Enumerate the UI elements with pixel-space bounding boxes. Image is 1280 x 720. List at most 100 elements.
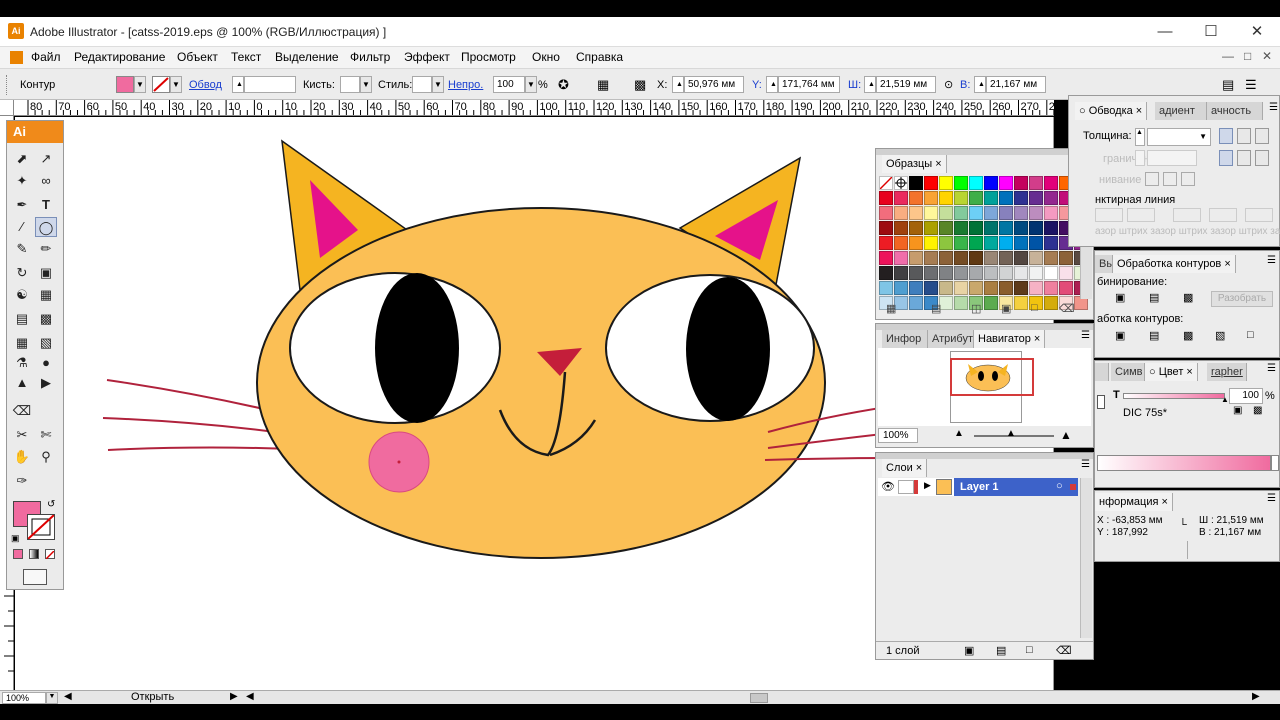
color-swatch[interactable] — [909, 281, 923, 295]
fill-dropdown[interactable]: ▼ — [134, 76, 146, 93]
color-swatch[interactable] — [879, 281, 893, 295]
color-swatch[interactable] — [1014, 236, 1028, 250]
outline-icon[interactable]: □ — [1247, 329, 1254, 341]
default-colors-icon[interactable]: ▣ — [11, 533, 20, 544]
swatch-libraries-icon[interactable]: ▦ — [886, 302, 896, 315]
swatch-none[interactable] — [879, 176, 893, 190]
color-swatch[interactable] — [924, 266, 938, 280]
weight-input[interactable]: ▼ — [1147, 128, 1211, 146]
visibility-eye-icon[interactable]: 👁 — [881, 480, 895, 493]
color-swatch[interactable] — [999, 281, 1013, 295]
color-swatch[interactable] — [909, 236, 923, 250]
menu-effect[interactable]: Эффект — [404, 50, 450, 64]
color-swatch[interactable] — [1014, 251, 1028, 265]
dash-field-1[interactable] — [1095, 208, 1123, 222]
direct-selection-tool-icon[interactable]: ↗ — [35, 149, 57, 169]
trim-icon[interactable]: ▤ — [1149, 329, 1159, 342]
menu-help[interactable]: Справка — [576, 50, 623, 64]
stroke-swatch-control[interactable] — [152, 76, 170, 93]
color-swatch[interactable] — [939, 236, 953, 250]
layers-scrollbar[interactable] — [1080, 478, 1092, 638]
color-swatch[interactable] — [1029, 266, 1043, 280]
color-swatch[interactable] — [879, 236, 893, 250]
color-swatch[interactable] — [939, 221, 953, 235]
right-pupil[interactable] — [686, 277, 770, 421]
color-swatch[interactable] — [984, 251, 998, 265]
dash-field-3[interactable] — [1173, 208, 1201, 222]
zoom-slider-thumb[interactable]: ▲ — [1006, 428, 1016, 439]
color-swatch[interactable] — [969, 251, 983, 265]
pathfinder-menu-icon[interactable]: ☰ — [1267, 255, 1276, 266]
symbol-sprayer-tool-icon[interactable]: ▤ — [11, 309, 33, 329]
color-swatch[interactable] — [969, 236, 983, 250]
h-stepper[interactable]: ▲ — [974, 76, 986, 93]
blend-tool-icon[interactable]: ● — [35, 353, 57, 373]
color-ramp-white[interactable] — [1271, 455, 1279, 471]
color-swatch[interactable] — [894, 251, 908, 265]
live-paint-tool-icon[interactable]: ▲ — [11, 373, 33, 393]
color-swatch[interactable] — [954, 251, 968, 265]
graph-tool-icon[interactable]: ▩ — [35, 309, 57, 329]
color-swatch[interactable] — [999, 221, 1013, 235]
target-circle-icon[interactable]: ○ — [1056, 480, 1063, 492]
menu-filter[interactable]: Фильтр — [350, 50, 390, 64]
tab-transparency[interactable]: ачность — [1207, 102, 1263, 120]
color-swatch[interactable] — [969, 281, 983, 295]
color-swatch[interactable] — [879, 191, 893, 205]
color-swatch[interactable] — [999, 191, 1013, 205]
align-icon[interactable]: ▦ — [597, 77, 609, 93]
opacity-link[interactable]: Непро. — [448, 79, 483, 91]
color-swatch[interactable] — [939, 251, 953, 265]
new-color-group-icon[interactable]: ▣ — [1001, 302, 1011, 315]
color-swatch[interactable] — [924, 251, 938, 265]
miter-input[interactable] — [1147, 150, 1197, 166]
menu-select[interactable]: Выделение — [275, 50, 339, 64]
color-swatch[interactable] — [1059, 266, 1073, 280]
swatch-registration[interactable] — [894, 176, 908, 190]
color-swatch[interactable] — [984, 191, 998, 205]
scissors-tool-icon[interactable]: ✄ — [35, 425, 57, 445]
line-tool-icon[interactable]: ∕ — [11, 217, 33, 237]
color-swatch[interactable] — [894, 281, 908, 295]
color-swatch[interactable] — [1044, 251, 1058, 265]
tab-info[interactable]: Инфор — [882, 330, 928, 348]
color-swatch[interactable] — [984, 266, 998, 280]
miter-join-icon[interactable] — [1219, 150, 1233, 166]
color-swatch[interactable] — [924, 191, 938, 205]
color-swatch[interactable] — [924, 206, 938, 220]
color-swatch[interactable] — [909, 221, 923, 235]
layer-row[interactable]: 👁 ▶ Layer 1 ○ — [878, 478, 1078, 496]
color-swatch[interactable] — [909, 206, 923, 220]
color-swatch[interactable] — [879, 206, 893, 220]
butt-cap-icon[interactable] — [1219, 128, 1233, 144]
dash-field-4[interactable] — [1209, 208, 1237, 222]
color-swatch[interactable] — [1044, 281, 1058, 295]
color-swatch[interactable] — [999, 266, 1013, 280]
h-input[interactable]: 21,167 мм — [986, 76, 1046, 93]
color-swatch[interactable] — [1014, 206, 1028, 220]
tab-gradient[interactable]: адиент — [1155, 102, 1207, 120]
pencil-tool-icon[interactable]: ✏ — [35, 239, 57, 259]
eyedropper-tool-icon[interactable]: ⚗ — [11, 353, 33, 373]
round-join-icon[interactable] — [1237, 150, 1251, 166]
screen-mode-icon[interactable] — [23, 569, 47, 585]
navigator-zoom-input[interactable]: 100% — [878, 428, 918, 443]
color-swatch[interactable] — [939, 281, 953, 295]
eraser-tool-icon[interactable]: ⌫ — [11, 401, 33, 421]
menu-edit[interactable]: Редактирование — [74, 50, 165, 64]
magic-wand-tool-icon[interactable]: ✦ — [11, 171, 33, 191]
tab-swatches[interactable]: Образцы × — [882, 155, 947, 173]
tools-header[interactable]: Ai — [7, 121, 63, 143]
scroll-right-icon[interactable]: ▶ — [1252, 691, 1260, 702]
color-ramp[interactable] — [1097, 455, 1271, 471]
color-swatch[interactable] — [969, 176, 983, 190]
horizontal-scroll-thumb[interactable] — [750, 693, 768, 703]
dash-field-2[interactable] — [1127, 208, 1155, 222]
show-kinds-icon[interactable]: ▤ — [931, 302, 941, 315]
color-swatch[interactable] — [1044, 266, 1058, 280]
color-swatch[interactable] — [954, 266, 968, 280]
gradient-tool-icon[interactable]: ▧ — [35, 333, 57, 353]
color-swatch[interactable] — [924, 236, 938, 250]
color-mode-icon[interactable] — [13, 549, 23, 559]
color-swatch[interactable] — [939, 176, 953, 190]
